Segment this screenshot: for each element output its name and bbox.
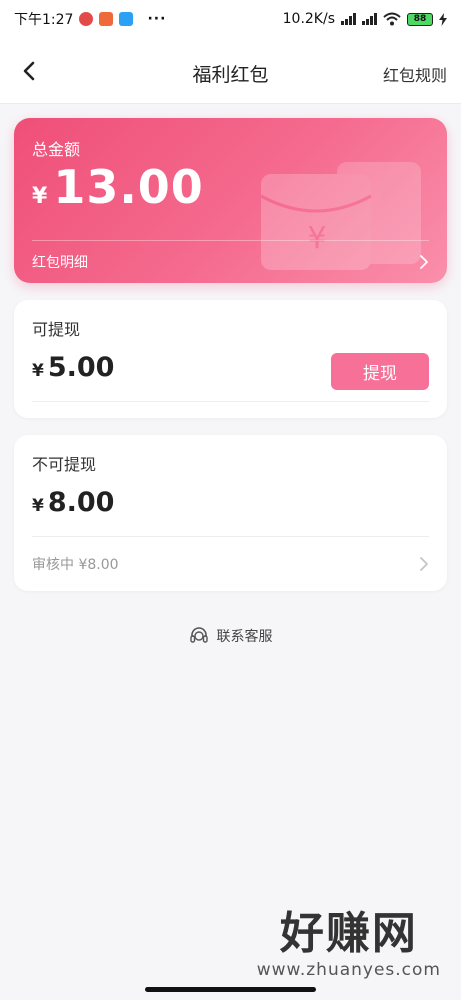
chevron-right-icon bbox=[420, 255, 428, 269]
cell-signal-icon bbox=[341, 13, 356, 25]
under-review-row[interactable]: 审核中 ¥8.00 bbox=[14, 537, 447, 591]
headset-icon bbox=[189, 627, 208, 643]
non-withdrawable-card: 不可提现 ¥ 8.00 审核中 ¥8.00 bbox=[14, 435, 447, 591]
nav-bar: 福利红包 红包规则 bbox=[0, 38, 461, 104]
contact-label: 联系客服 bbox=[216, 629, 273, 645]
non-withdrawable-value: 8.00 bbox=[47, 487, 115, 518]
withdrawable-value: 5.00 bbox=[47, 352, 115, 383]
charging-icon bbox=[439, 12, 447, 26]
status-bar: 下午1:27 ··· 10.2K/s 88 bbox=[0, 0, 461, 38]
withdrawable-amount: ¥ 5.00 bbox=[32, 352, 114, 383]
withdrawable-currency: ¥ bbox=[32, 361, 44, 381]
non-withdrawable-amount: ¥ 8.00 bbox=[32, 487, 114, 518]
status-left: 下午1:27 ··· bbox=[14, 9, 166, 29]
total-amount-card: 总金额 ¥ 13.00 ¥ 红包明细 bbox=[14, 118, 447, 283]
notification-app-icon-2 bbox=[99, 12, 114, 26]
withdrawable-card: 可提现 ¥ 5.00 提现 bbox=[14, 300, 447, 418]
non-withdrawable-currency: ¥ bbox=[32, 496, 44, 516]
under-review-label: 审核中 ¥8.00 bbox=[32, 557, 119, 573]
wifi-icon bbox=[383, 12, 401, 26]
watermark-main: 好赚网 bbox=[279, 908, 418, 959]
rules-link[interactable]: 红包规则 bbox=[383, 62, 447, 86]
withdrawable-divider bbox=[32, 401, 429, 402]
notification-app-icon bbox=[79, 12, 94, 26]
battery-icon: 88 bbox=[407, 12, 433, 26]
total-value: 13.00 bbox=[53, 160, 204, 214]
envelope-detail-link[interactable]: 红包明细 bbox=[14, 241, 447, 283]
home-indicator[interactable] bbox=[145, 987, 316, 992]
more-notifications-icon: ··· bbox=[147, 11, 167, 27]
contact-support-link[interactable]: 联系客服 bbox=[0, 626, 461, 646]
network-speed: 10.2K/s bbox=[282, 11, 335, 27]
total-currency: ¥ bbox=[32, 184, 48, 209]
chevron-right-icon bbox=[420, 557, 428, 571]
total-amount: ¥ 13.00 bbox=[32, 160, 204, 214]
non-withdrawable-title: 不可提现 bbox=[32, 455, 97, 474]
status-time: 下午1:27 bbox=[14, 12, 74, 28]
total-label: 总金额 bbox=[32, 140, 81, 159]
withdraw-button[interactable]: 提现 bbox=[331, 353, 429, 390]
status-right: 10.2K/s 88 bbox=[283, 11, 447, 27]
withdrawable-title: 可提现 bbox=[32, 320, 81, 339]
cell-signal-icon-2 bbox=[362, 13, 377, 25]
notification-app-icon-3 bbox=[119, 12, 134, 26]
watermark-sub: www.zhuanyes.com bbox=[256, 960, 441, 980]
watermark: 好赚网 www.zhuanyes.com bbox=[256, 908, 441, 981]
detail-label: 红包明细 bbox=[32, 255, 88, 271]
